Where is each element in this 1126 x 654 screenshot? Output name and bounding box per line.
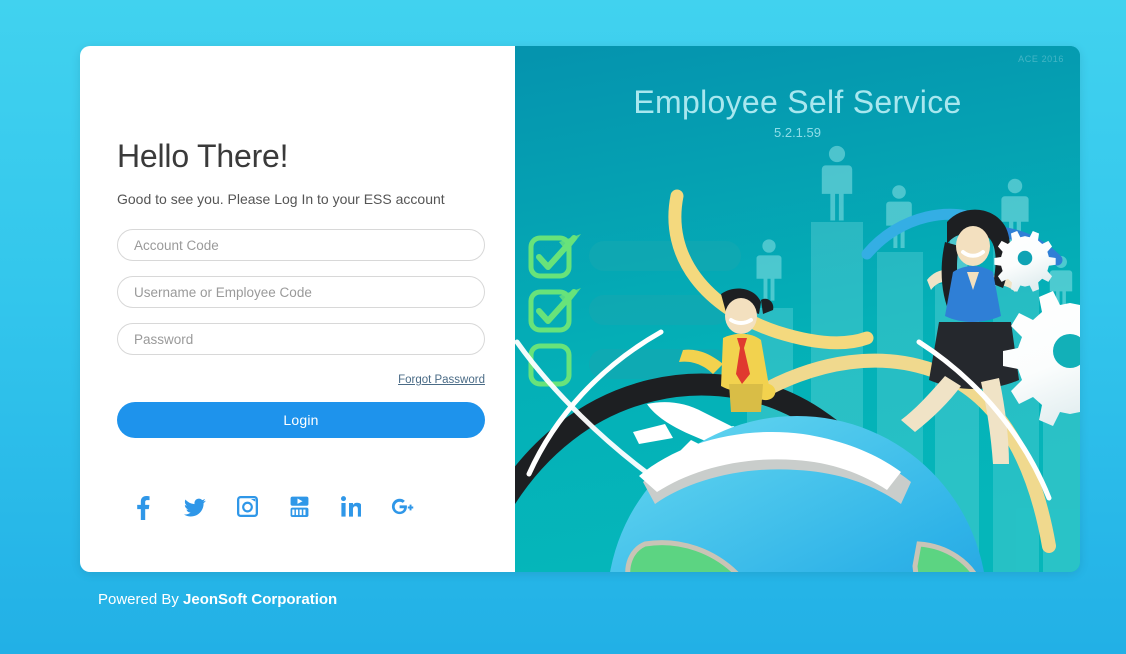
footer-brand: JeonSoft Corporation	[183, 591, 338, 608]
password-input[interactable]	[117, 323, 485, 355]
googleplus-icon[interactable]	[377, 496, 429, 520]
username-input[interactable]	[117, 276, 485, 308]
panel-version: 5.2.1.59	[774, 125, 821, 140]
footer-prefix: Powered By	[98, 591, 184, 608]
page-subtitle: Good to see you. Please Log In to your E…	[117, 191, 445, 207]
forgot-password-link[interactable]: Forgot Password	[398, 374, 485, 386]
youtube-icon[interactable]	[273, 496, 325, 520]
twitter-icon[interactable]	[169, 496, 221, 520]
login-form: Hello There! Good to see you. Please Log…	[117, 138, 485, 438]
footer: Powered By JeonSoft Corporation	[98, 591, 337, 608]
login-card: Hello There! Good to see you. Please Log…	[80, 46, 1080, 572]
social-links	[117, 496, 485, 520]
facebook-icon[interactable]	[117, 496, 169, 520]
login-button[interactable]: Login	[117, 402, 485, 438]
linkedin-icon[interactable]	[325, 496, 377, 520]
illustration-panel: ACE 2016 Employee Self Service 5.2.1.59	[515, 46, 1080, 572]
account-code-input[interactable]	[117, 229, 485, 261]
panel-title: Employee Self Service	[633, 84, 962, 120]
page-title: Hello There!	[117, 138, 289, 174]
forgot-password-row: Forgot Password	[117, 370, 485, 388]
login-form-panel: Hello There! Good to see you. Please Log…	[80, 46, 515, 572]
instagram-icon[interactable]	[221, 496, 273, 520]
panel-watermark: ACE 2016	[1018, 54, 1064, 64]
